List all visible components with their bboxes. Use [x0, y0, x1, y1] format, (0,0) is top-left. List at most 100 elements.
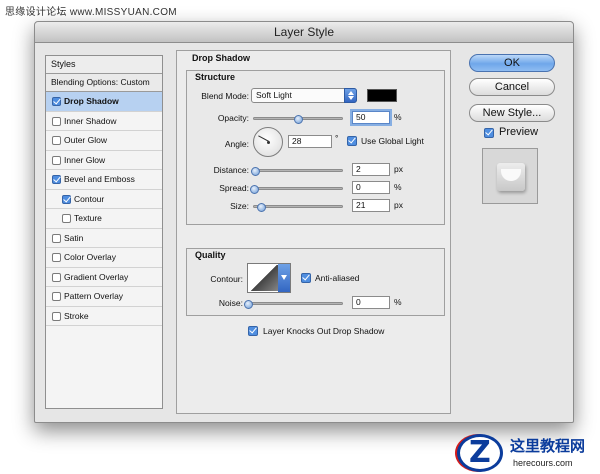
noise-field[interactable]: 0 [352, 296, 390, 309]
size-slider[interactable] [253, 203, 343, 212]
spread-unit: % [394, 182, 402, 192]
style-item-label: Outer Glow [64, 135, 107, 145]
select-arrows-icon [344, 88, 357, 103]
site-logo: 这里教程网 herecours.com [453, 432, 600, 474]
blend-mode-value: Soft Light [256, 90, 292, 100]
style-item-satin[interactable]: Satin [46, 229, 162, 248]
distance-slider-thumb[interactable] [250, 167, 260, 176]
gradient-overlay-checkbox[interactable] [52, 272, 61, 282]
style-item-label: Pattern Overlay [64, 291, 124, 301]
texture-checkbox[interactable] [62, 214, 71, 223]
drop-shadow-title: Drop Shadow [192, 53, 250, 63]
style-item-label: Texture [74, 213, 102, 223]
structure-title: Structure [195, 72, 236, 82]
style-item-texture[interactable]: Texture [46, 209, 162, 229]
structure-group: Structure Blend Mode: Soft Light Opacity… [186, 70, 445, 225]
styles-list: Styles Blending Options: Custom Drop Sha… [45, 55, 163, 409]
noise-slider[interactable] [244, 300, 343, 309]
opacity-field[interactable]: 50 [352, 111, 390, 124]
bevel-emboss-checkbox[interactable] [52, 175, 61, 184]
outer-glow-checkbox[interactable] [52, 136, 61, 145]
style-item-label: Inner Shadow [64, 115, 117, 126]
style-item-inner-glow[interactable]: Inner Glow [46, 151, 162, 170]
contour-label: Contour: [210, 274, 243, 284]
angle-dial[interactable] [253, 127, 283, 157]
style-preview [482, 148, 538, 204]
distance-unit: px [394, 164, 403, 174]
pattern-overlay-checkbox[interactable] [52, 292, 61, 301]
style-item-label: Contour [74, 193, 105, 204]
satin-checkbox[interactable] [52, 233, 61, 243]
stroke-checkbox[interactable] [52, 311, 61, 321]
noise-slider-thumb[interactable] [244, 300, 253, 309]
contour-checkbox[interactable] [62, 194, 71, 204]
style-item-label: Drop Shadow [64, 96, 119, 106]
opacity-label: Opacity: [217, 113, 249, 123]
preview-label: Preview [499, 126, 539, 138]
style-item-stroke[interactable]: Stroke [46, 307, 162, 326]
layer-knocks-out-label: Layer Knocks Out Drop Shadow [263, 326, 385, 336]
spread-field[interactable]: 0 [352, 181, 390, 194]
style-item-label: Satin [64, 232, 84, 243]
layer-knocks-out-checkbox[interactable] [248, 326, 258, 336]
cancel-button[interactable]: Cancel [469, 78, 555, 96]
noise-unit: % [394, 297, 402, 307]
drop-shadow-panel: Drop Shadow Structure Blend Mode: Soft L… [176, 50, 451, 414]
use-global-light-label: Use Global Light [361, 136, 424, 146]
style-item-label: Bevel and Emboss [64, 174, 135, 184]
style-item-drop-shadow[interactable]: Drop Shadow [46, 92, 162, 112]
angle-field[interactable]: 28 [288, 135, 332, 148]
blend-mode-select[interactable]: Soft Light [251, 88, 357, 103]
logo-mark-icon [457, 434, 503, 472]
style-item-bevel-emboss[interactable]: Bevel and Emboss [46, 170, 162, 190]
size-slider-thumb[interactable] [257, 203, 267, 212]
spread-slider[interactable] [250, 185, 343, 194]
distance-label: Distance: [213, 165, 249, 175]
layer-style-dialog: Layer Style Styles Blending Options: Cus… [34, 21, 574, 423]
inner-shadow-checkbox[interactable] [52, 116, 61, 126]
preview-checkbox[interactable] [484, 128, 494, 138]
shadow-color-swatch[interactable] [367, 89, 397, 102]
inner-glow-checkbox[interactable] [52, 155, 61, 165]
quality-title: Quality [195, 250, 226, 260]
size-field[interactable]: 21 [352, 199, 390, 212]
style-item-contour[interactable]: Contour [46, 190, 162, 209]
logo-title: 这里教程网 [510, 438, 586, 455]
anti-aliased-label: Anti-aliased [315, 273, 360, 283]
drop-shadow-checkbox[interactable] [52, 97, 61, 106]
size-unit: px [394, 200, 403, 210]
contour-picker[interactable] [247, 263, 291, 293]
opacity-slider[interactable] [253, 115, 343, 124]
style-item-outer-glow[interactable]: Outer Glow [46, 131, 162, 151]
distance-slider[interactable] [250, 167, 343, 176]
style-item-label: Stroke [64, 310, 89, 321]
distance-field[interactable]: 2 [352, 163, 390, 176]
quality-group: Quality Contour: Anti-aliased Noise: 0 % [186, 248, 445, 316]
logo-url: herecours.com [513, 458, 573, 468]
spread-slider-thumb[interactable] [250, 185, 259, 194]
styles-header[interactable]: Styles [46, 56, 162, 74]
angle-unit: ° [335, 133, 339, 143]
opacity-slider-thumb[interactable] [294, 115, 303, 124]
contour-dropdown-icon[interactable] [278, 264, 290, 292]
watermark-text: 思缘设计论坛 www.MISSYUAN.COM [5, 7, 177, 18]
anti-aliased-checkbox[interactable] [301, 273, 311, 283]
use-global-light-checkbox[interactable] [347, 136, 357, 146]
size-label: Size: [230, 201, 249, 211]
style-item-gradient-overlay[interactable]: Gradient Overlay [46, 268, 162, 287]
style-item-pattern-overlay[interactable]: Pattern Overlay [46, 287, 162, 307]
style-item-color-overlay[interactable]: Color Overlay [46, 248, 162, 268]
ok-button[interactable]: OK [469, 54, 555, 72]
opacity-unit: % [394, 112, 402, 122]
blend-mode-label: Blend Mode: [201, 91, 249, 101]
noise-label: Noise: [218, 298, 243, 308]
style-item-inner-shadow[interactable]: Inner Shadow [46, 112, 162, 131]
color-overlay-checkbox[interactable] [52, 253, 61, 262]
preview-thumbnail [497, 163, 525, 191]
dialog-title: Layer Style [35, 22, 573, 43]
blending-options-item[interactable]: Blending Options: Custom [46, 74, 162, 92]
new-style-button[interactable]: New Style... [469, 104, 555, 122]
style-item-label: Inner Glow [64, 154, 106, 165]
contour-curve-icon [249, 265, 279, 291]
style-item-label: Color Overlay [64, 252, 116, 262]
